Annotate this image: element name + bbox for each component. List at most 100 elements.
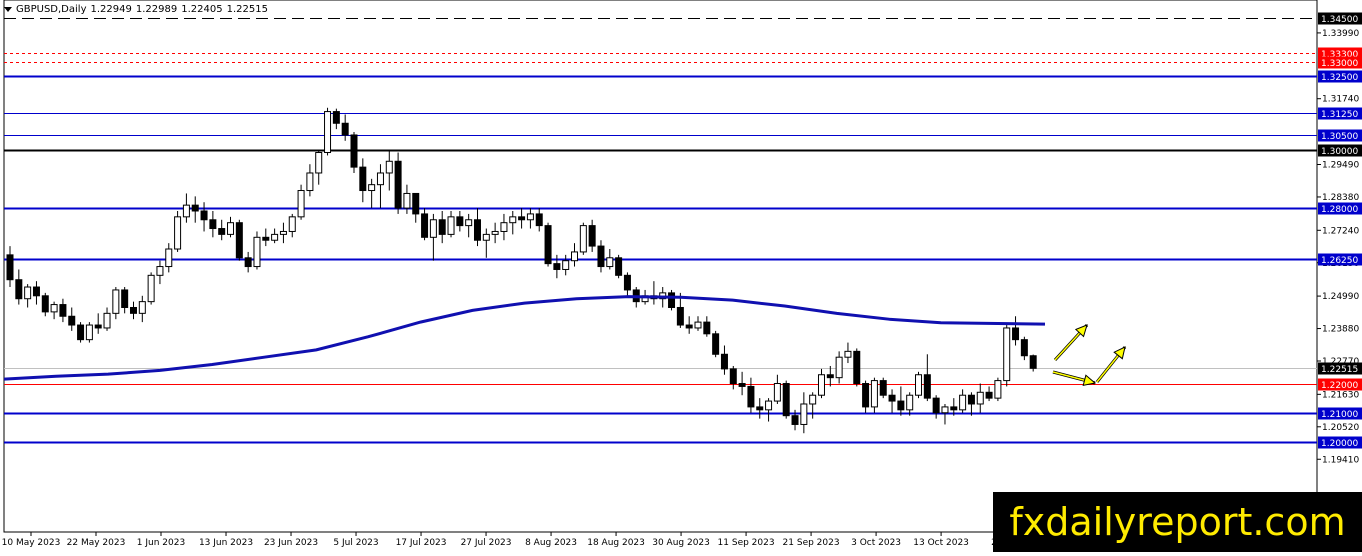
candle-body	[412, 192, 420, 215]
candle-body	[112, 289, 120, 314]
candle-body	[279, 230, 287, 235]
candle-body	[870, 380, 878, 408]
candle-body	[165, 248, 173, 268]
candle-body	[853, 350, 861, 385]
level-price-label: 1.34500	[1321, 15, 1358, 25]
candle-body	[685, 324, 693, 329]
candle-body	[526, 213, 534, 221]
candle-body	[791, 415, 799, 425]
candle-body	[950, 406, 958, 411]
y-tick-label: 1.23880	[1322, 325, 1359, 335]
candle-body	[597, 245, 605, 268]
x-tick-label: 11 Sep 2023	[718, 538, 775, 548]
candle-body	[588, 225, 596, 247]
candle-body	[315, 152, 323, 174]
level-price-label: 1.30500	[1321, 132, 1358, 142]
candle-body	[668, 292, 676, 308]
candle-body	[324, 111, 332, 154]
candle-body	[967, 394, 975, 405]
candle-body	[1020, 339, 1028, 357]
candle-body	[174, 216, 182, 250]
candle-body	[941, 406, 949, 414]
level-price-label: 1.22000	[1321, 381, 1358, 391]
candle-body	[191, 204, 199, 212]
candle-body	[1029, 355, 1037, 369]
candle-body	[368, 184, 376, 192]
candle-body	[465, 219, 473, 227]
candle-body	[738, 383, 746, 387]
candle-body	[350, 134, 358, 168]
x-tick-label: 8 Aug 2023	[525, 538, 577, 548]
candle-body	[359, 166, 367, 192]
candle-body	[262, 236, 270, 241]
candle-body	[923, 374, 931, 399]
candle-body	[253, 236, 261, 268]
candle-body	[826, 374, 834, 379]
candle-body	[782, 383, 790, 417]
x-tick-label: 13 Jun 2023	[199, 538, 253, 548]
level-price-label: 1.26250	[1321, 256, 1358, 266]
candle-body	[888, 394, 896, 402]
candle-body	[694, 321, 702, 329]
candle-body	[879, 380, 887, 396]
candle-body	[862, 383, 870, 408]
level-price-label: 1.30000	[1321, 147, 1358, 157]
candle-body	[244, 257, 252, 268]
candle-body	[553, 263, 561, 270]
candle-body	[579, 225, 587, 253]
candle-body	[24, 286, 32, 300]
candle-body	[59, 304, 67, 317]
watermark-logo: fxdailyreport.com	[993, 492, 1362, 552]
y-tick-label: 1.28380	[1322, 193, 1359, 203]
candle-body	[747, 385, 755, 408]
candle-body	[994, 380, 1002, 399]
chart-header: GBPUSD,Daily 1.22949 1.22989 1.22405 1.22515	[4, 4, 272, 15]
candle-body	[376, 172, 384, 186]
y-tick-label: 1.29490	[1322, 160, 1359, 170]
symbol-label: GBPUSD,Daily	[16, 4, 87, 15]
candle-body	[844, 350, 852, 358]
candle-body	[447, 216, 455, 235]
candle-body	[6, 254, 14, 281]
candle-body	[518, 216, 526, 221]
candle-body	[773, 383, 781, 402]
y-tick-label: 1.33990	[1322, 29, 1359, 39]
candle-body	[50, 304, 58, 313]
price-chart[interactable]: 1.339901.317401.294901.283801.272401.261…	[0, 0, 1362, 552]
level-price-label: 1.28000	[1321, 205, 1358, 215]
candle-body	[482, 233, 490, 241]
candle-body	[15, 279, 23, 300]
candle-body	[147, 274, 155, 303]
candle-body	[720, 353, 728, 370]
candle-body	[544, 225, 552, 265]
x-tick-label: 21 Sep 2023	[783, 538, 840, 548]
candle-body	[182, 204, 190, 218]
x-tick-label: 30 Aug 2023	[652, 538, 710, 548]
candle-body	[1003, 327, 1011, 382]
symbol-menu-icon[interactable]	[4, 6, 12, 12]
x-tick-label: 5 Jul 2023	[333, 538, 378, 548]
level-price-label: 1.20000	[1321, 439, 1358, 449]
x-tick-label: 10 May 2023	[2, 538, 61, 548]
plot-area	[3, 0, 1318, 533]
candle-body	[429, 219, 437, 238]
candle-body	[562, 260, 570, 270]
candle-body	[306, 172, 314, 192]
candle-body	[976, 391, 984, 405]
x-tick-label: 13 Oct 2023	[913, 538, 969, 548]
candle-body	[85, 324, 93, 341]
candle-body	[32, 286, 40, 297]
candle-body	[421, 213, 429, 238]
candle-body	[235, 222, 243, 259]
candle-body	[756, 406, 764, 411]
candle-body	[385, 160, 393, 174]
x-tick-label: 18 Aug 2023	[587, 538, 645, 548]
candle-body	[817, 374, 825, 396]
candle-body	[985, 391, 993, 399]
level-price-label: 1.32500	[1321, 73, 1358, 83]
chart-canvas[interactable]: 1.339901.317401.294901.283801.272401.261…	[0, 0, 1362, 552]
level-price-label: 1.31250	[1321, 110, 1358, 120]
x-tick-label: 1 Jun 2023	[137, 538, 185, 548]
candle-body	[535, 213, 543, 227]
level-price-label: 1.21000	[1321, 410, 1358, 420]
